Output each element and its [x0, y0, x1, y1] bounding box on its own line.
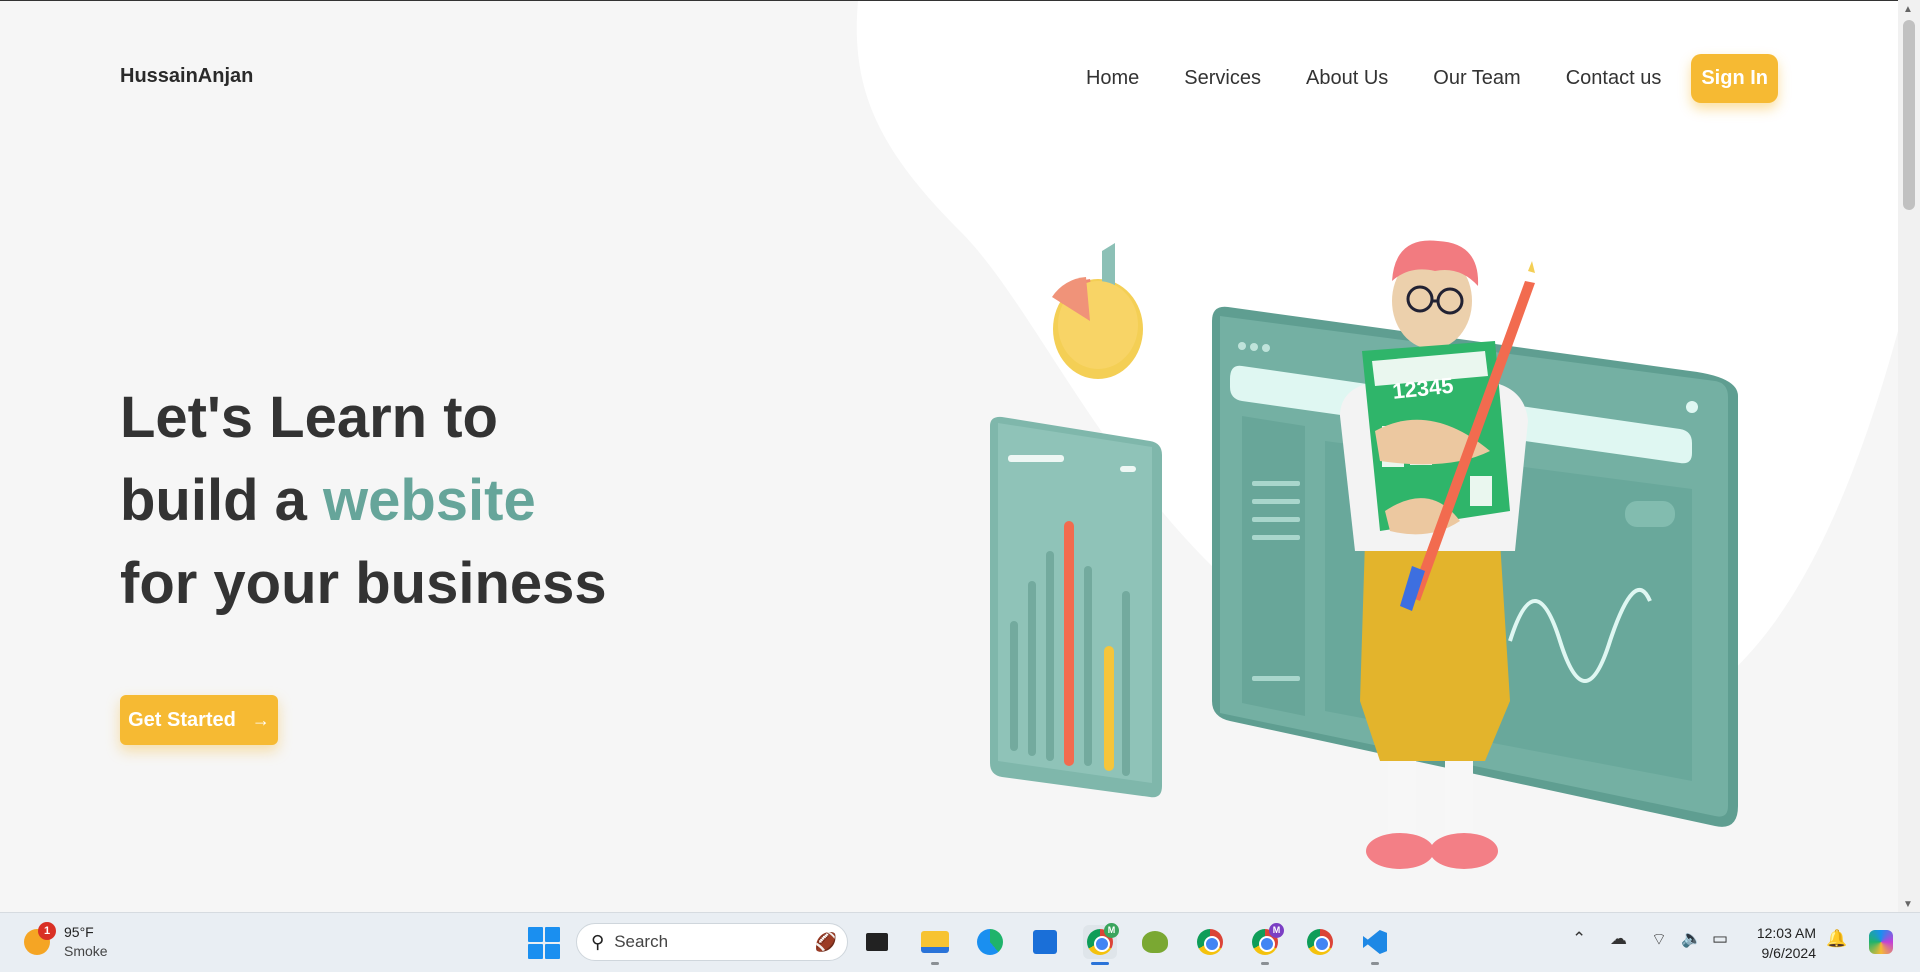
nav-home[interactable]: Home	[1086, 67, 1139, 90]
clock-time: 12:03 AM	[1756, 925, 1816, 941]
bar-chart-card	[990, 416, 1162, 798]
chrome-icon[interactable]: M	[1083, 923, 1119, 965]
chrome-icon[interactable]: M	[1248, 923, 1284, 965]
vscode-icon[interactable]	[1358, 925, 1392, 965]
chrome-profile-badge: M	[1269, 923, 1284, 938]
hero-line-3: for your business	[120, 551, 607, 616]
weather-temp: 95°F	[64, 924, 94, 940]
scrollbar-thumb[interactable]	[1903, 20, 1915, 210]
hero-heading: Let's Learn to build a website for your …	[120, 376, 607, 625]
hero-line-1: Let's Learn to	[120, 385, 498, 450]
weather-desc: Smoke	[64, 943, 108, 959]
wifi-icon[interactable]: ⌔	[1651, 929, 1667, 950]
chevron-up-icon[interactable]: ⌃	[1572, 929, 1586, 949]
scroll-down-icon[interactable]: ▼	[1903, 899, 1913, 910]
page-scrollbar[interactable]: ▲ ▼	[1898, 0, 1920, 912]
hero-line-2-prefix: build a	[120, 468, 323, 533]
search-placeholder: Search	[614, 932, 669, 951]
edge-icon[interactable]	[973, 925, 1007, 959]
browser-viewport: HussainAnjan Home Services About Us Our …	[0, 0, 1898, 912]
get-started-label: Get Started	[128, 708, 236, 731]
arrow-right-icon: →	[251, 709, 270, 730]
weather-widget[interactable]: 1 95°F Smoke	[24, 922, 108, 961]
brand-logo[interactable]: HussainAnjan	[120, 65, 253, 88]
windows-start-icon[interactable]	[528, 927, 560, 959]
scroll-up-icon[interactable]: ▲	[1903, 4, 1913, 15]
hero-illustration: 12345	[990, 240, 1738, 869]
get-started-button[interactable]: Get Started →	[120, 695, 278, 745]
clock-date: 9/6/2024	[1761, 945, 1817, 961]
pie-chart-graphic	[1052, 243, 1143, 379]
nav-our-team[interactable]: Our Team	[1433, 67, 1520, 90]
main-nav: Home Services About Us Our Team Contact …	[1086, 53, 1778, 103]
windows-taskbar: 1 95°F Smoke ⚲ Search 🏈 M M ⌃ ☁ ⌔ 🔈 ▭ 12…	[0, 912, 1920, 972]
microsoft-store-icon[interactable]	[1028, 925, 1062, 959]
chrome-profile-badge: M	[1104, 923, 1119, 938]
nav-services[interactable]: Services	[1184, 67, 1261, 90]
battery-icon[interactable]: ▭	[1712, 929, 1728, 949]
hero-highlight-word: website	[323, 468, 536, 533]
task-view-icon[interactable]	[860, 925, 894, 959]
chrome-icon[interactable]	[1193, 925, 1227, 959]
copilot-icon[interactable]	[1864, 925, 1898, 959]
file-explorer-icon[interactable]	[918, 925, 952, 965]
chameleon-app-icon[interactable]	[1138, 925, 1172, 959]
system-clock[interactable]: 12:03 AM 9/6/2024	[1740, 923, 1816, 963]
weather-badge: 1	[38, 922, 56, 940]
nav-contact-us[interactable]: Contact us	[1566, 67, 1662, 90]
taskbar-search-input[interactable]: ⚲ Search 🏈	[576, 923, 848, 961]
nav-about-us[interactable]: About Us	[1306, 67, 1388, 90]
search-icon: ⚲	[591, 931, 605, 952]
sign-in-button[interactable]: Sign In	[1691, 53, 1778, 103]
notification-bell-icon[interactable]: 🔔	[1826, 929, 1847, 949]
volume-icon[interactable]: 🔈	[1681, 929, 1702, 949]
weather-sun-icon: 1	[24, 922, 56, 955]
search-highlight-icon: 🏈	[814, 932, 837, 952]
chrome-icon[interactable]	[1303, 925, 1337, 959]
onedrive-icon[interactable]: ☁	[1610, 929, 1627, 949]
